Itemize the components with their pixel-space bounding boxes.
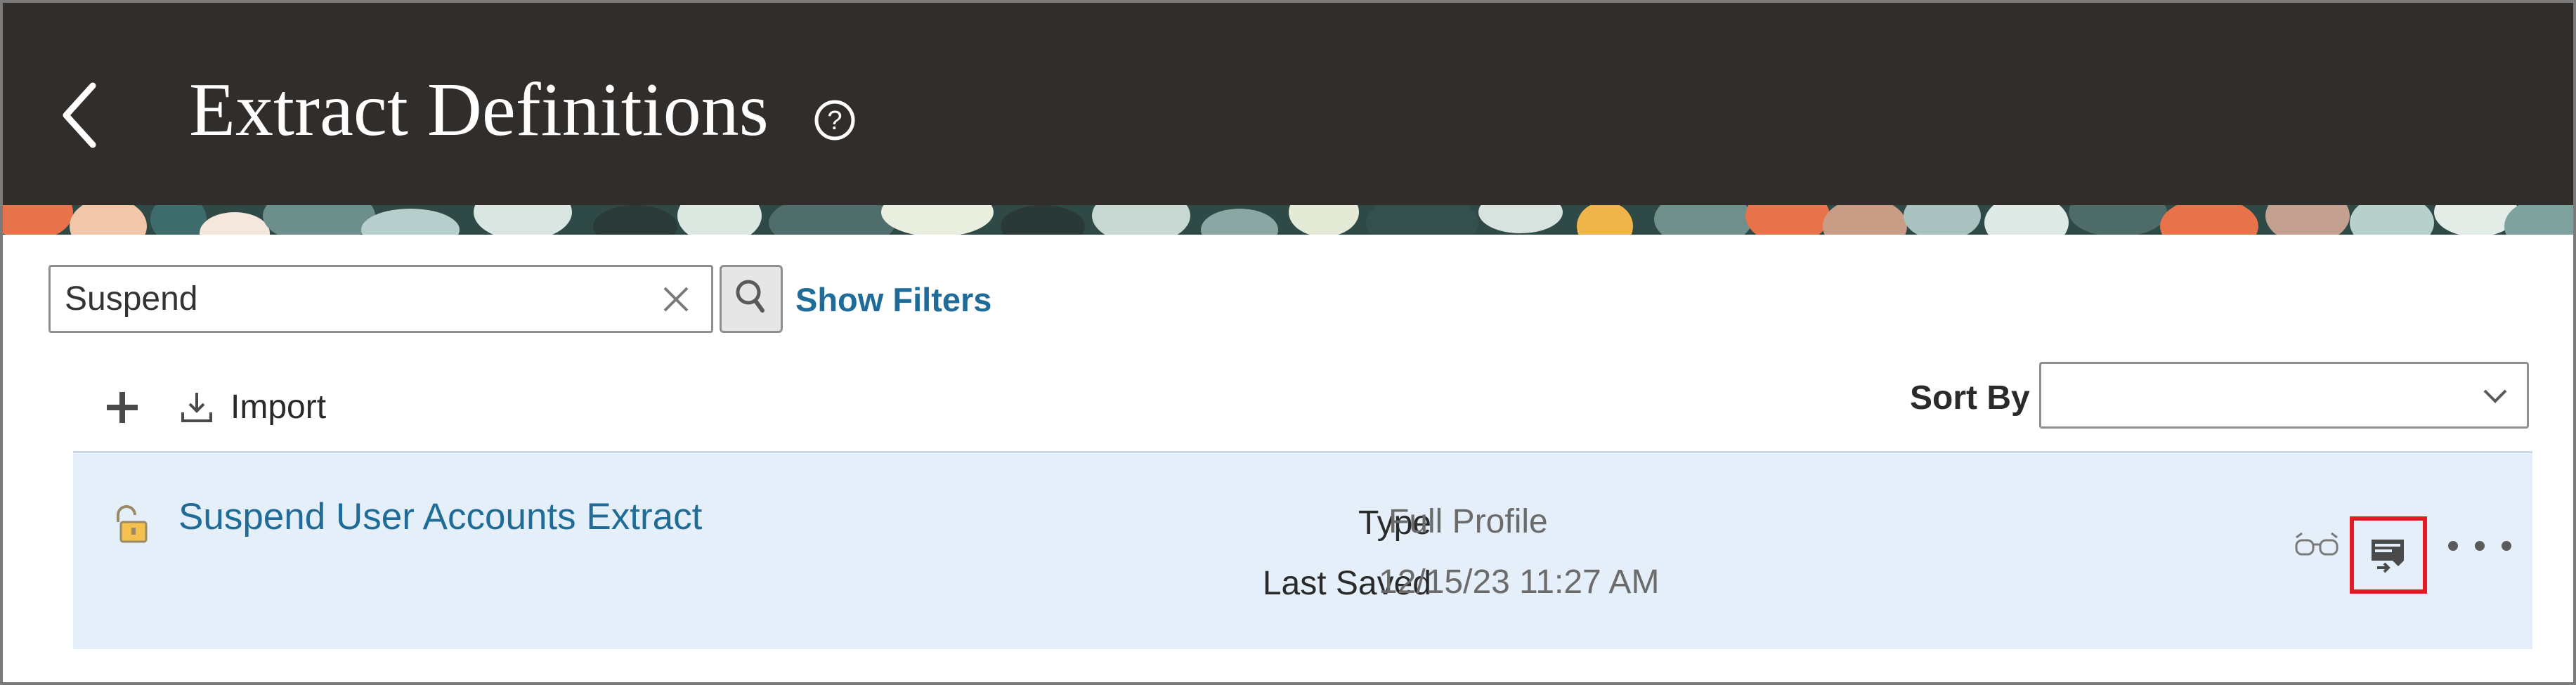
view-icon[interactable]	[2292, 530, 2341, 561]
question-circle-icon[interactable]: ?	[813, 98, 857, 142]
sort-by-select[interactable]	[2039, 362, 2529, 429]
back-button[interactable]	[52, 77, 108, 154]
show-filters-link[interactable]: Show Filters	[795, 280, 991, 319]
import-label: Import	[230, 388, 327, 426]
submit-button[interactable]	[2350, 516, 2427, 594]
search-field	[48, 265, 713, 333]
import-button[interactable]: Import	[178, 382, 326, 431]
close-icon[interactable]	[655, 278, 697, 320]
type-value: Full Profile	[1388, 503, 1548, 540]
search-input[interactable]	[65, 267, 655, 331]
search-icon	[736, 280, 765, 313]
submit-icon	[2372, 540, 2404, 573]
chevron-left-icon	[63, 82, 96, 148]
decorative-banner	[3, 205, 2573, 235]
svg-text:?: ?	[827, 106, 842, 136]
search-button[interactable]	[720, 265, 783, 333]
more-icon-dot	[2502, 541, 2511, 551]
unlocked-padlock-icon	[117, 505, 148, 543]
extract-title-link[interactable]: Suspend User Accounts Extract	[178, 495, 702, 538]
page-title: Extract Definitions	[189, 68, 769, 152]
banner-pattern	[3, 205, 2573, 235]
more-icon	[2448, 541, 2458, 551]
download-icon	[181, 393, 212, 422]
more-icon-dot	[2475, 541, 2485, 551]
more-actions-button[interactable]	[2448, 530, 2511, 561]
last-saved-value: 12/15/23 11:27 AM	[1379, 563, 1660, 601]
page-header: Extract Definitions ?	[3, 3, 2573, 205]
app-window: Extract Definitions ? Suspend Show Filte…	[0, 0, 2576, 685]
list-item[interactable]: Suspend User Accounts Extract Type Full …	[73, 451, 2532, 649]
plus-icon[interactable]	[101, 386, 143, 429]
sort-by-label: Sort By	[1910, 379, 2030, 417]
chevron-down-icon	[2483, 389, 2507, 403]
